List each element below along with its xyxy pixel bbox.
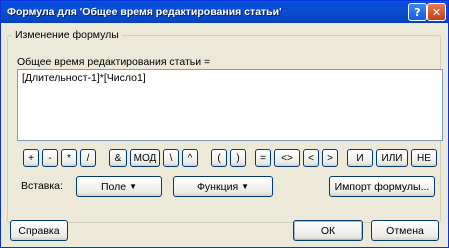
- op-less-button[interactable]: <: [303, 149, 319, 167]
- help-title-button[interactable]: ?: [408, 3, 427, 21]
- op-and-button[interactable]: И: [347, 149, 373, 167]
- op-not-button[interactable]: НЕ: [411, 149, 437, 167]
- field-dropdown-button[interactable]: Поле ▼: [76, 176, 162, 197]
- op-concat-button[interactable]: &: [109, 149, 127, 167]
- op-mod-button[interactable]: МОД: [130, 149, 160, 167]
- op-minus-button[interactable]: -: [42, 149, 58, 167]
- insert-label: Вставка:: [21, 180, 63, 192]
- function-dropdown-button[interactable]: Функция ▼: [173, 176, 273, 197]
- op-equal-button[interactable]: =: [255, 149, 271, 167]
- dialog-body: Изменение формулы Общее время редактиров…: [1, 23, 448, 247]
- op-or-button[interactable]: ИЛИ: [376, 149, 408, 167]
- group-legend: Изменение формулы: [12, 29, 122, 41]
- formula-label: Общее время редактирования статьи =: [17, 56, 211, 68]
- field-button-label: Поле: [100, 180, 127, 193]
- close-button[interactable]: ✕: [427, 3, 446, 21]
- op-open-paren-button[interactable]: (: [211, 149, 227, 167]
- op-intdiv-button[interactable]: \: [163, 149, 179, 167]
- chevron-down-icon: ▼: [129, 182, 138, 191]
- op-plus-button[interactable]: +: [23, 149, 39, 167]
- dialog-title: Формула для 'Общее время редактирования …: [7, 6, 282, 18]
- op-power-button[interactable]: ^: [182, 149, 198, 167]
- import-formula-button[interactable]: Импорт формулы...: [329, 176, 435, 197]
- op-multiply-button[interactable]: *: [61, 149, 77, 167]
- cancel-button[interactable]: Отмена: [371, 220, 439, 241]
- op-divide-button[interactable]: /: [80, 149, 96, 167]
- formula-input[interactable]: [Длительност-1]*[Число1]: [17, 69, 443, 141]
- title-bar[interactable]: Формула для 'Общее время редактирования …: [1, 1, 448, 23]
- chevron-down-icon: ▼: [241, 182, 250, 191]
- formula-dialog: Формула для 'Общее время редактирования …: [0, 0, 449, 248]
- ok-button[interactable]: ОК: [293, 220, 363, 241]
- close-icon: ✕: [431, 5, 442, 19]
- help-icon: ?: [414, 5, 421, 19]
- help-button[interactable]: Справка: [10, 220, 68, 241]
- function-button-label: Функция: [196, 180, 239, 193]
- op-greater-button[interactable]: >: [322, 149, 338, 167]
- op-close-paren-button[interactable]: ): [230, 149, 246, 167]
- op-not-equal-button[interactable]: <>: [274, 149, 300, 167]
